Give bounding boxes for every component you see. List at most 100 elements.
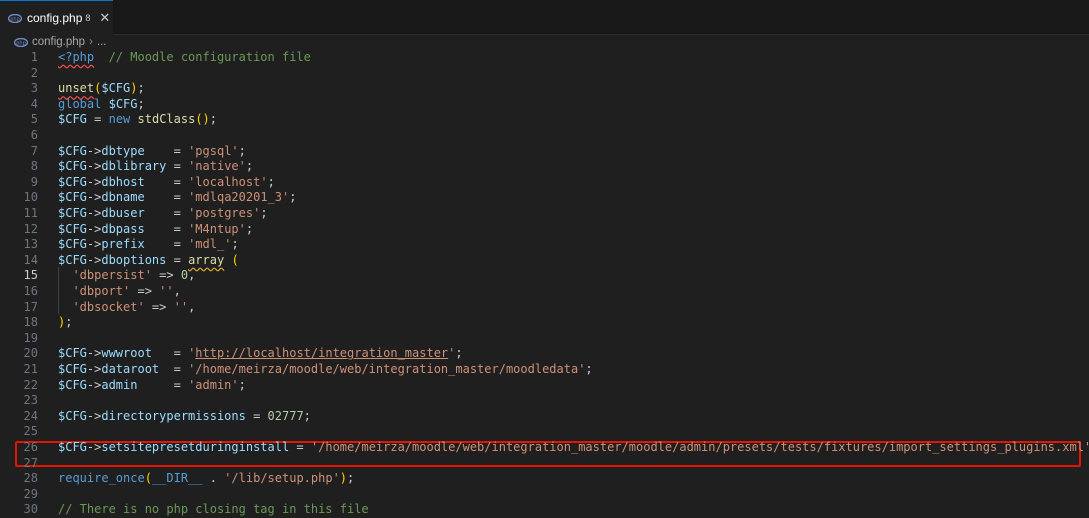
code-token: ; (289, 190, 297, 205)
code-token: = (166, 252, 189, 267)
code-text: $CFG->admin = 'admin'; (58, 378, 246, 394)
code-line[interactable]: 20 $CFG->wwwroot = 'http://localhost/inte… (0, 346, 1089, 362)
php-file-icon: php (14, 37, 28, 47)
line-number: 6 (30, 128, 38, 142)
code-token: require_once (58, 471, 145, 486)
code-token: $CFG (58, 174, 87, 189)
code-token: ; (238, 143, 246, 158)
code-line[interactable]: 2 (0, 66, 1089, 82)
code-text: $CFG->directorypermissions = 02777; (58, 409, 311, 425)
line-number: 4 (30, 96, 38, 111)
code-line[interactable]: 7 $CFG->dbtype = 'pgsql'; (0, 144, 1089, 160)
code-token: stdClass (137, 112, 196, 127)
code-line[interactable]: 19 (0, 331, 1089, 347)
code-text: // There is no php closing tag in this f… (58, 502, 369, 518)
code-token: $CFG (58, 440, 87, 454)
code-token: // Moodle configuration file (108, 50, 311, 64)
code-line[interactable]: 17 'dbsocket' => '', (0, 300, 1089, 316)
code-token: = (144, 221, 189, 236)
line-number: 29 (23, 486, 38, 501)
line-number: 3 (30, 81, 38, 96)
code-line[interactable]: 15 'dbpersist' => 0, (0, 268, 1089, 284)
code-line[interactable]: 8 $CFG->dblibrary = 'native'; (0, 159, 1089, 175)
code-token: ; (238, 377, 246, 392)
code-line[interactable]: 16 'dbport' => '', (0, 284, 1089, 300)
code-line[interactable]: 4 global $CFG; (0, 97, 1089, 113)
code-line[interactable]: 11 $CFG->dbuser = 'postgres'; (0, 206, 1089, 222)
code-token: ; (585, 362, 593, 376)
code-line[interactable]: 13 $CFG->prefix = 'mdl_'; (0, 237, 1089, 253)
code-line[interactable]: 12 $CFG->dbpass = 'M4ntup'; (0, 222, 1089, 238)
code-token: $CFG (58, 206, 87, 220)
code-token: 'native' (188, 159, 246, 174)
code-token: = (144, 206, 189, 220)
code-token: $CFG (58, 112, 87, 127)
line-number: 12 (23, 221, 38, 236)
code-token: ; (137, 96, 145, 111)
code-token: dbpass (101, 221, 145, 236)
tab-config-php[interactable]: php config.php 8 ✕ (0, 0, 113, 35)
code-line[interactable]: 30 // There is no php closing tag in this… (0, 502, 1089, 518)
line-number: 11 (23, 206, 38, 220)
code-token: $CFG (58, 221, 87, 236)
code-line[interactable]: 26 $CFG->setsitepresetduringinstall = '/h… (0, 440, 1089, 456)
code-text: $CFG->prefix = 'mdl_'; (58, 237, 239, 253)
code-line[interactable]: 5 $CFG = new stdClass(); (0, 112, 1089, 128)
line-number: 25 (23, 424, 38, 439)
code-line[interactable]: 25 (0, 424, 1089, 440)
breadcrumb-symbols[interactable]: ... (97, 36, 107, 48)
close-icon[interactable]: ✕ (99, 10, 110, 26)
code-token: $CFG (58, 190, 87, 205)
code-token: $CFG (101, 81, 131, 96)
code-token: new (108, 112, 131, 127)
code-token: -> (86, 346, 102, 361)
code-line[interactable]: 27 (0, 456, 1089, 472)
code-token: $CFG (58, 377, 87, 392)
tab-label: config.php (27, 11, 83, 25)
code-token: http://localhost/integration_master (195, 346, 449, 361)
code-token: , (188, 268, 196, 283)
code-line[interactable]: 24 $CFG->directorypermissions = 02777; (0, 409, 1089, 425)
code-token: ( (231, 252, 239, 267)
code-line[interactable]: 10 $CFG->dbname = 'mdlqa20201_3'; (0, 190, 1089, 206)
code-token: directorypermissions (101, 408, 246, 423)
code-token: => (151, 268, 181, 283)
code-line[interactable]: 28 require_once(__DIR__ . '/lib/setup.php… (0, 471, 1089, 487)
svg-text:php: php (16, 40, 26, 46)
code-text: 'dbpersist' => 0, (58, 268, 195, 284)
line-number: 10 (23, 190, 38, 205)
line-number: 24 (23, 408, 38, 423)
line-number: 20 (23, 346, 38, 361)
code-line[interactable]: 29 (0, 487, 1089, 503)
tab-bar: php config.php 8 ✕ (0, 0, 1089, 35)
code-line[interactable]: 21 $CFG->dataroot = '/home/meirza/moodle/… (0, 362, 1089, 378)
code-line[interactable]: 14 $CFG->dboptions = array ( (0, 253, 1089, 269)
code-line[interactable]: 3 unset($CFG); (0, 81, 1089, 97)
code-text: 'dbsocket' => '', (58, 300, 195, 316)
code-line[interactable]: 6 (0, 128, 1089, 144)
code-token: $CFG (58, 346, 87, 361)
code-token: dbuser (101, 206, 145, 220)
code-token: setsitepresetduringinstall (101, 440, 290, 454)
code-token: '' (159, 284, 174, 298)
code-text: <?php // Moodle configuration file (58, 50, 311, 66)
line-number: 17 (23, 299, 38, 314)
line-number: 27 (23, 455, 38, 470)
code-token: = (166, 159, 189, 174)
breadcrumb-file[interactable]: config.php (32, 36, 85, 48)
code-line[interactable]: 18); (0, 315, 1089, 331)
code-token: ; (303, 408, 311, 423)
code-token: = (144, 174, 189, 189)
code-text: $CFG = new stdClass(); (58, 112, 217, 128)
code-line[interactable]: 9 $CFG->dbhost = 'localhost'; (0, 175, 1089, 191)
code-editor[interactable]: 1 <?php // Moodle configuration file 2 3 uns… (0, 49, 1089, 516)
code-token: -> (86, 237, 102, 252)
code-token: ) (130, 81, 138, 96)
code-token: . (202, 471, 225, 486)
php-file-icon: php (8, 13, 22, 23)
code-text: $CFG->dbtype = 'pgsql'; (58, 144, 246, 160)
code-line[interactable]: 23 (0, 393, 1089, 409)
code-token: -> (86, 190, 102, 205)
code-line[interactable]: 22 $CFG->admin = 'admin'; (0, 378, 1089, 394)
code-line[interactable]: 1 <?php // Moodle configuration file (0, 50, 1089, 66)
